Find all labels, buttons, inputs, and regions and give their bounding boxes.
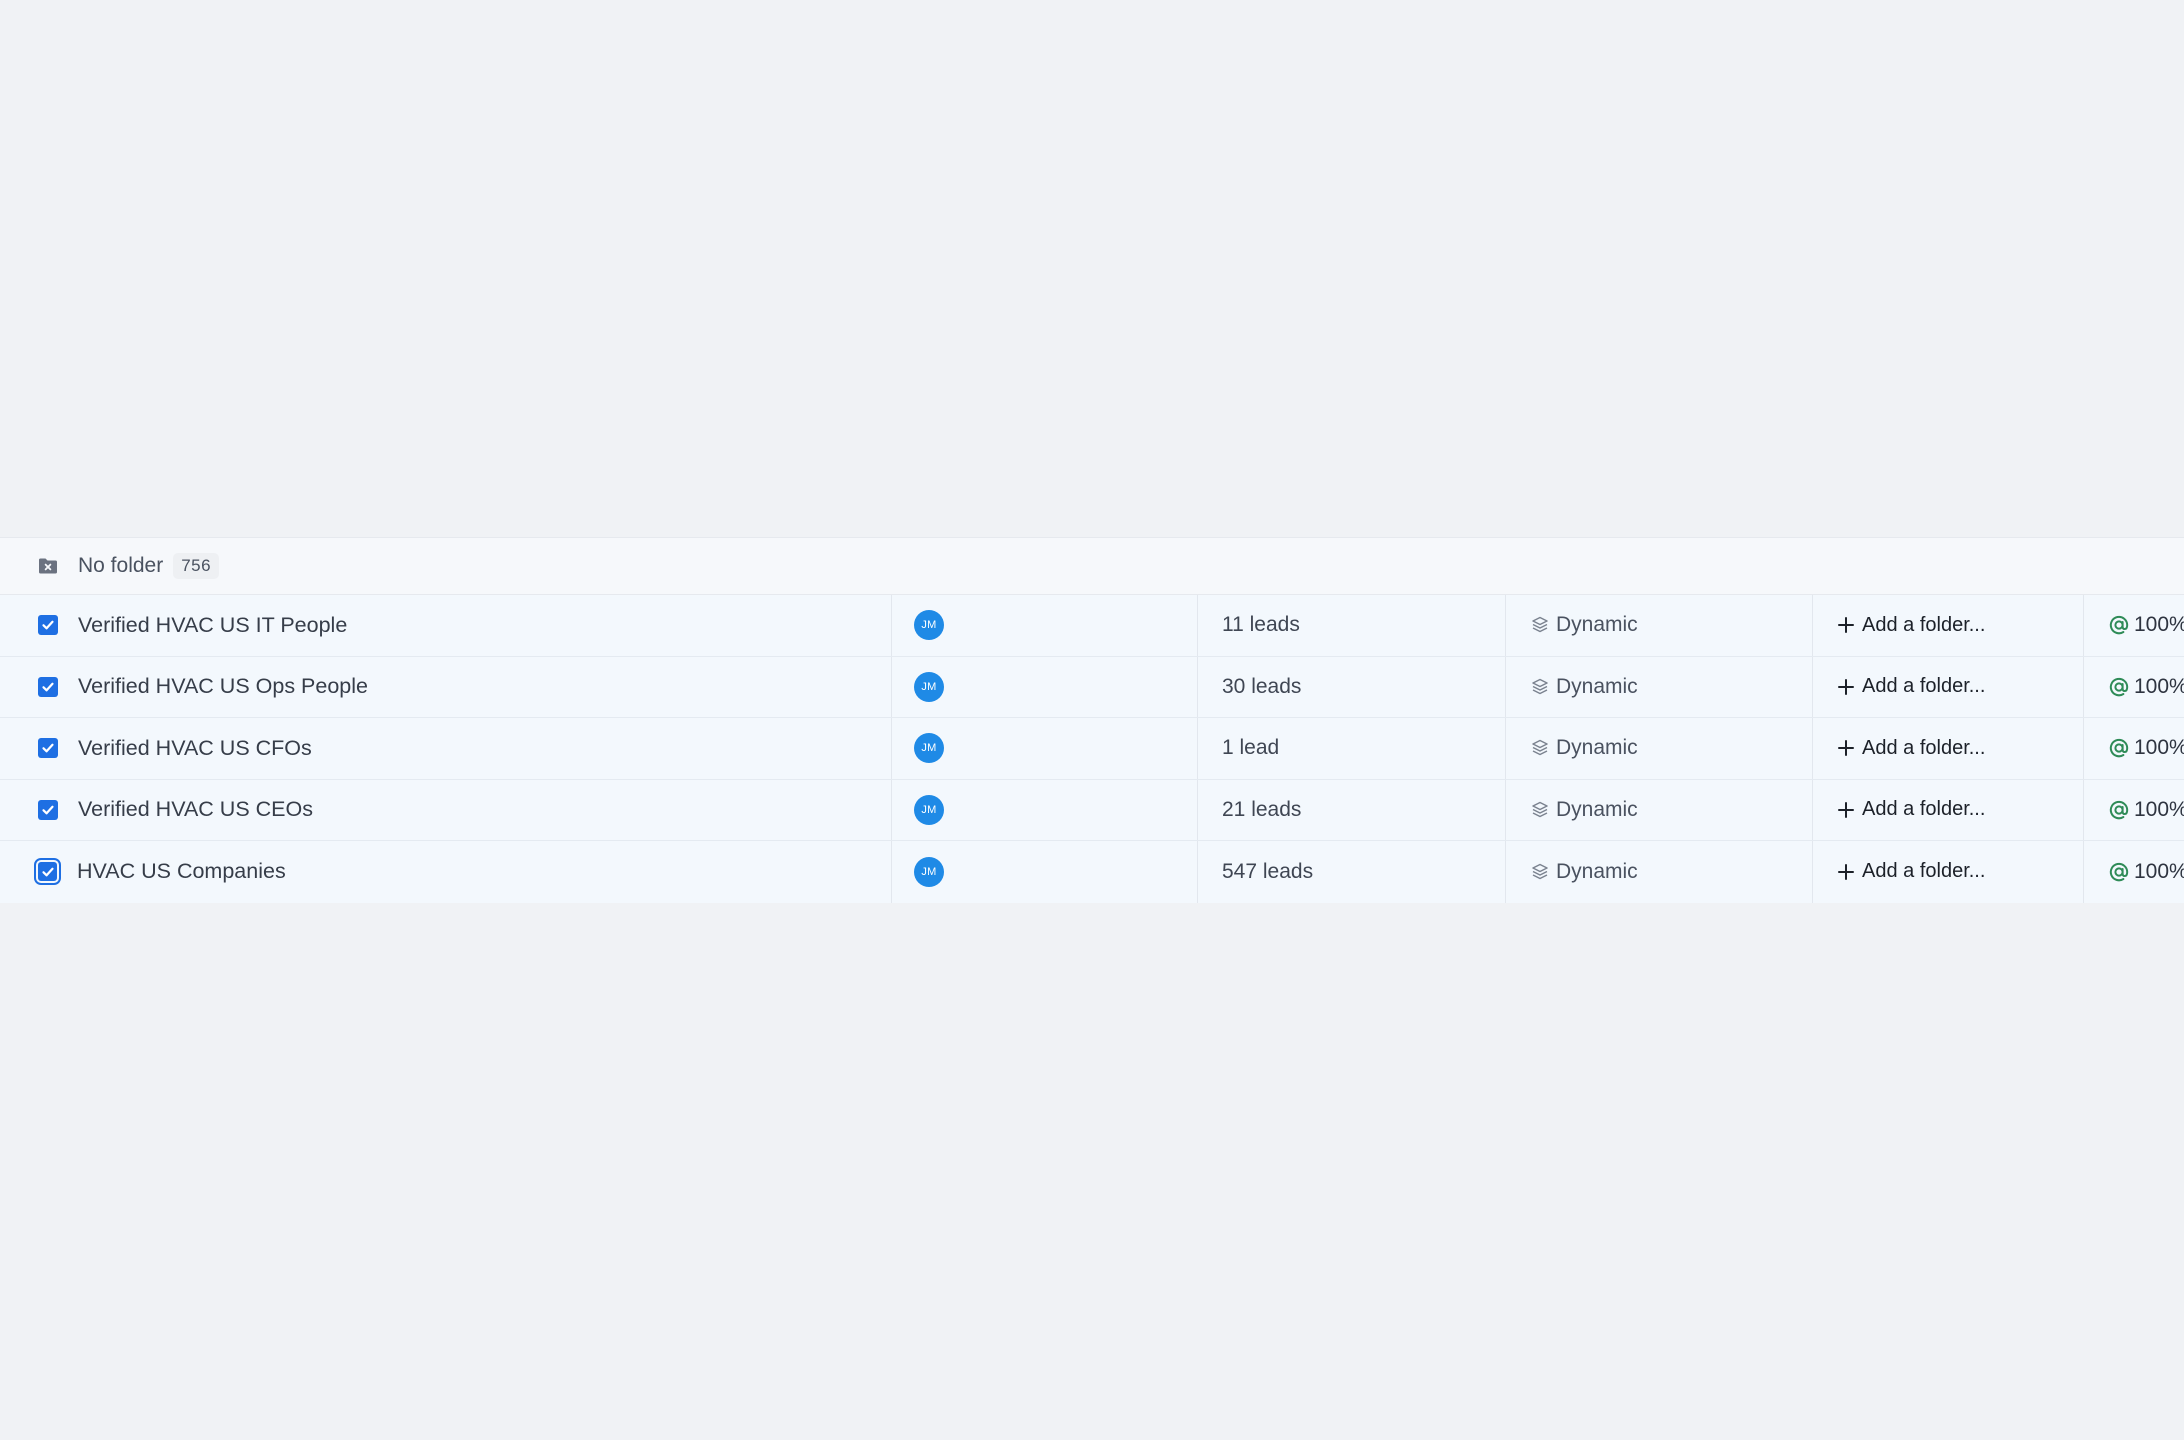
email-coverage-percent: 100% — [2134, 613, 2184, 637]
at-icon — [2108, 614, 2130, 636]
type-cell: Dynamic — [1506, 841, 1813, 903]
name-cell: Verified HVAC US CFOs — [0, 718, 892, 779]
owner-avatar[interactable]: JM — [914, 610, 944, 641]
folder-cell[interactable]: Add a folder... — [1813, 841, 2084, 903]
list-name[interactable]: Verified HVAC US CEOs — [78, 797, 313, 822]
checkbox-check-icon — [42, 620, 54, 630]
email-coverage-percent: 100% — [2134, 859, 2184, 883]
layers-icon — [1530, 862, 1550, 882]
folder-cell[interactable]: Add a folder... — [1813, 718, 2084, 779]
layers-icon — [1530, 800, 1550, 820]
layers-icon — [1530, 677, 1550, 697]
email-coverage-percent: 100% — [2134, 674, 2184, 698]
plus-icon — [1837, 863, 1855, 881]
list-name[interactable]: Verified HVAC US IT People — [78, 613, 347, 638]
add-folder-button[interactable]: Add a folder... — [1862, 614, 1985, 637]
email-coverage-cell: 100% — [2084, 595, 2184, 656]
add-folder-button[interactable]: Add a folder... — [1862, 675, 1985, 698]
list-type: Dynamic — [1556, 674, 1638, 698]
list-type: Dynamic — [1556, 859, 1638, 883]
email-coverage-cell: 100% — [2084, 657, 2184, 718]
list-type: Dynamic — [1556, 797, 1638, 821]
checkbox-check-icon — [42, 682, 54, 692]
row-checkbox[interactable] — [38, 738, 58, 759]
leads-cell: 11 leads — [1198, 595, 1506, 656]
plus-icon — [1837, 616, 1855, 634]
at-icon — [2108, 861, 2130, 883]
row-checkbox[interactable] — [38, 676, 58, 697]
add-folder-button[interactable]: Add a folder... — [1862, 860, 1985, 883]
name-cell: Verified HVAC US IT People — [0, 595, 892, 656]
plus-icon — [1837, 678, 1855, 696]
table-row[interactable]: Verified HVAC US Ops People JM 30 leads … — [0, 656, 2184, 718]
folder-group-label: No folder — [78, 554, 164, 577]
list-name[interactable]: HVAC US Companies — [77, 859, 286, 884]
row-checkbox[interactable] — [38, 615, 58, 636]
owner-avatar[interactable]: JM — [914, 794, 944, 825]
plus-icon — [1837, 739, 1855, 757]
name-cell: Verified HVAC US Ops People — [0, 656, 892, 717]
owner-cell: JM — [892, 595, 1198, 656]
email-coverage-cell: 100% — [2084, 780, 2184, 841]
plus-icon — [1837, 801, 1855, 819]
leads-count: 30 leads — [1222, 674, 1302, 698]
add-folder-button[interactable]: Add a folder... — [1862, 798, 1985, 821]
owner-cell: JM — [892, 718, 1198, 779]
leads-cell: 30 leads — [1198, 656, 1506, 717]
leads-cell: 1 lead — [1198, 718, 1506, 779]
table-row[interactable]: Verified HVAC US CEOs JM 21 leads Dynami… — [0, 779, 2184, 841]
table-row[interactable]: Verified HVAC US CFOs JM 1 lead Dynamic — [0, 718, 2184, 780]
owner-avatar[interactable]: JM — [914, 671, 944, 702]
owner-cell: JM — [892, 841, 1198, 903]
owner-cell: JM — [892, 779, 1198, 840]
list-type: Dynamic — [1556, 736, 1638, 760]
type-cell: Dynamic — [1506, 656, 1813, 717]
checkbox-check-icon — [41, 867, 54, 877]
table-row[interactable]: Verified HVAC US IT People JM 11 leads D… — [0, 595, 2184, 657]
row-checkbox[interactable] — [38, 799, 58, 820]
owner-avatar[interactable]: JM — [914, 856, 944, 887]
owner-avatar[interactable]: JM — [914, 733, 944, 764]
checkbox-check-icon — [42, 743, 54, 753]
list-type: Dynamic — [1556, 613, 1638, 637]
layers-icon — [1530, 615, 1550, 635]
folder-group-header[interactable]: No folder 756 — [0, 537, 2184, 595]
folder-x-icon — [38, 557, 58, 575]
type-cell: Dynamic — [1506, 718, 1813, 779]
leads-count: 21 leads — [1222, 797, 1302, 821]
email-coverage-cell: 100% — [2084, 841, 2184, 903]
list-name[interactable]: Verified HVAC US CFOs — [78, 736, 312, 761]
type-cell: Dynamic — [1506, 595, 1813, 656]
add-folder-button[interactable]: Add a folder... — [1862, 737, 1985, 760]
leads-count: 1 lead — [1222, 736, 1280, 760]
leads-count: 11 leads — [1222, 613, 1300, 637]
owner-cell: JM — [892, 656, 1198, 717]
folder-cell[interactable]: Add a folder... — [1813, 656, 2084, 717]
email-coverage-percent: 100% — [2134, 797, 2184, 821]
leads-count: 547 leads — [1222, 859, 1314, 883]
name-cell: Verified HVAC US CEOs — [0, 779, 892, 840]
folder-group-count-badge: 756 — [173, 553, 220, 579]
email-coverage-cell: 100% — [2084, 718, 2184, 779]
leads-cell: 21 leads — [1198, 779, 1506, 840]
layers-icon — [1530, 738, 1550, 758]
list-name[interactable]: Verified HVAC US Ops People — [78, 674, 368, 699]
email-coverage-percent: 100% — [2134, 736, 2184, 760]
type-cell: Dynamic — [1506, 779, 1813, 840]
name-cell: HVAC US Companies — [0, 841, 892, 903]
list-rows: Verified HVAC US IT People JM 11 leads D… — [0, 595, 2184, 903]
lists-table: No folder 756 Verified HVAC US IT People… — [0, 537, 2184, 903]
checkbox-check-icon — [42, 805, 54, 815]
folder-cell[interactable]: Add a folder... — [1813, 779, 2084, 840]
leads-cell: 547 leads — [1198, 841, 1506, 903]
folder-cell[interactable]: Add a folder... — [1813, 595, 2084, 656]
at-icon — [2108, 737, 2130, 759]
row-checkbox[interactable] — [34, 858, 61, 886]
at-icon — [2108, 676, 2130, 698]
at-icon — [2108, 799, 2130, 821]
table-row[interactable]: HVAC US Companies JM 547 leads Dynamic A… — [0, 841, 2184, 903]
